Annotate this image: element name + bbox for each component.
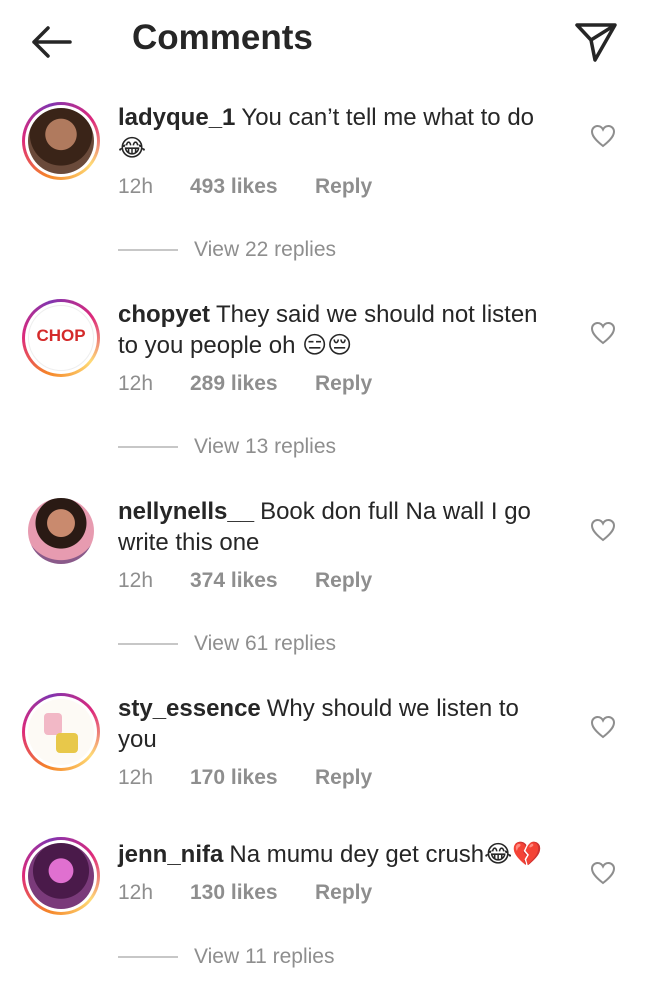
comment-likes[interactable]: 289 likes bbox=[190, 370, 278, 398]
reply-button[interactable]: Reply bbox=[315, 879, 372, 907]
avatar-story-ring[interactable] bbox=[22, 837, 100, 915]
share-button[interactable] bbox=[572, 18, 620, 66]
perfume-bottle-icon bbox=[44, 713, 62, 735]
comment-emoji: 😂💔 bbox=[484, 841, 543, 868]
comment-likes[interactable]: 130 likes bbox=[190, 879, 278, 907]
reply-button[interactable]: Reply bbox=[315, 173, 372, 201]
comment-text: sty_essence Why should we listen to you bbox=[118, 693, 563, 755]
heart-icon[interactable] bbox=[590, 124, 616, 148]
divider-line bbox=[118, 249, 178, 251]
avatar-logo-text: CHOP bbox=[36, 326, 86, 345]
top-bar: Comments bbox=[0, 0, 654, 84]
avatar bbox=[28, 108, 94, 174]
avatar-wrapper[interactable] bbox=[28, 498, 94, 564]
comment-text: ladyque_1 You can’t tell me what to do 😂 bbox=[118, 102, 563, 164]
back-button[interactable] bbox=[28, 20, 76, 64]
avatar-story-ring[interactable] bbox=[22, 102, 100, 180]
comment-time: 12h bbox=[118, 569, 154, 592]
reply-button[interactable]: Reply bbox=[315, 370, 372, 398]
comment-likes[interactable]: 493 likes bbox=[190, 173, 278, 201]
comment-body: You can’t tell me what to do bbox=[241, 104, 535, 131]
view-replies-label: View 13 replies bbox=[194, 435, 337, 458]
comment-text: chopyet They said we should not listen to… bbox=[118, 299, 563, 361]
comment-emoji: 😑😔 bbox=[302, 332, 353, 359]
avatar bbox=[28, 498, 94, 564]
heart-icon[interactable] bbox=[590, 321, 616, 345]
comment-time: 12h bbox=[118, 881, 154, 904]
avatar bbox=[28, 699, 94, 765]
comment-likes[interactable]: 170 likes bbox=[190, 764, 278, 792]
reply-button[interactable]: Reply bbox=[315, 567, 372, 595]
comment-time: 12h bbox=[118, 372, 154, 395]
avatar bbox=[28, 843, 94, 909]
perfume-bottle-icon bbox=[56, 733, 78, 753]
comment-username[interactable]: nellynells__ bbox=[118, 498, 254, 525]
avatar-story-ring[interactable]: CHOP bbox=[22, 299, 100, 377]
page-title: Comments bbox=[132, 18, 313, 57]
comment-username[interactable]: ladyque_1 bbox=[118, 104, 235, 131]
comment-body: Na mumu dey get crush bbox=[229, 841, 485, 868]
comment-username[interactable]: chopyet bbox=[118, 301, 210, 328]
paper-plane-icon bbox=[575, 23, 617, 62]
comment-text: nellynells__ Book don full Na wall I go w… bbox=[118, 496, 563, 558]
arrow-left-icon bbox=[32, 26, 72, 58]
heart-icon[interactable] bbox=[590, 861, 616, 885]
reply-button[interactable]: Reply bbox=[315, 764, 372, 792]
view-replies-label: View 11 replies bbox=[194, 945, 335, 968]
heart-icon[interactable] bbox=[590, 715, 616, 739]
comment-emoji: 😂 bbox=[118, 135, 147, 162]
heart-icon[interactable] bbox=[590, 518, 616, 542]
comment-time: 12h bbox=[118, 175, 154, 198]
divider-line bbox=[118, 956, 178, 958]
divider-line bbox=[118, 643, 178, 645]
view-replies-label: View 61 replies bbox=[194, 632, 337, 655]
comment-username[interactable]: jenn_nifa bbox=[118, 841, 223, 868]
divider-line bbox=[118, 446, 178, 448]
comment-username[interactable]: sty_essence bbox=[118, 695, 261, 722]
view-replies-label: View 22 replies bbox=[194, 238, 337, 261]
comment-likes[interactable]: 374 likes bbox=[190, 567, 278, 595]
avatar-story-ring[interactable] bbox=[22, 693, 100, 771]
comment-text: jenn_nifa Na mumu dey get crush😂💔 bbox=[118, 839, 563, 870]
comment-time: 12h bbox=[118, 766, 154, 789]
avatar: CHOP bbox=[28, 305, 94, 371]
